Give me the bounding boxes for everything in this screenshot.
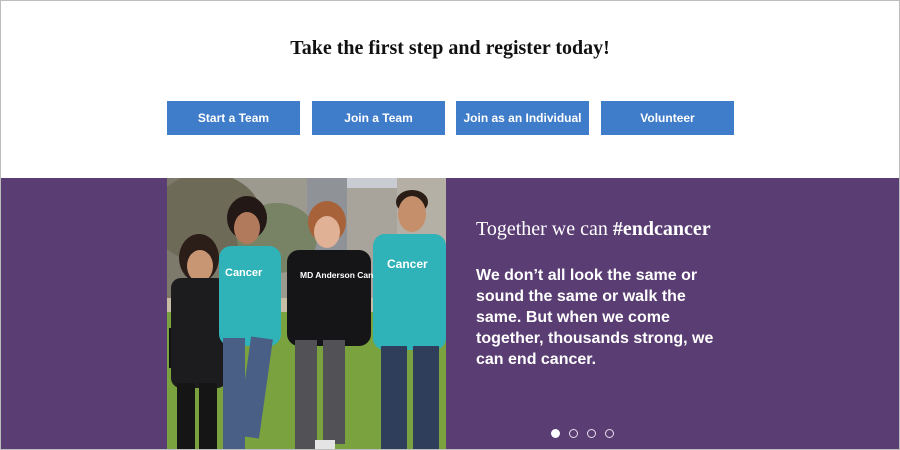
participants-photo: Cancer MD Anderson Cancer Center Cancer [167,178,446,449]
join-team-button[interactable]: Join a Team [312,101,445,135]
join-individual-button[interactable]: Join as an Individual [456,101,589,135]
tagline-prefix: Together we can [476,218,608,240]
carousel-dot-4[interactable] [605,429,614,438]
start-team-button[interactable]: Start a Team [167,101,300,135]
carousel-dot-1[interactable] [551,429,560,438]
shirt-text-3: Cancer [387,257,428,271]
slide-body: We don’t all look the same or sound the … [476,267,714,368]
carousel-dot-3[interactable] [587,429,596,438]
slide-tagline: Together we can #endcancer [476,218,736,241]
slide-copy: Together we can #endcancer We don’t all … [476,218,736,370]
carousel-section: Cancer MD Anderson Cancer Center Cancer [1,178,899,449]
tagline-hashtag: #endcancer [612,218,711,240]
participants-photo-illustration: Cancer MD Anderson Cancer Center Cancer [167,178,446,449]
register-headline: Take the first step and register today! [290,37,610,59]
shirt-text-1: Cancer [225,267,263,279]
register-section: Take the first step and register today! … [1,1,899,178]
carousel-pagination [549,429,619,441]
page-frame: Take the first step and register today! … [0,0,900,450]
volunteer-button[interactable]: Volunteer [601,101,734,135]
registration-actions: Start a Team Join a Team Join as an Indi… [167,101,735,135]
carousel-dot-2[interactable] [569,429,578,438]
